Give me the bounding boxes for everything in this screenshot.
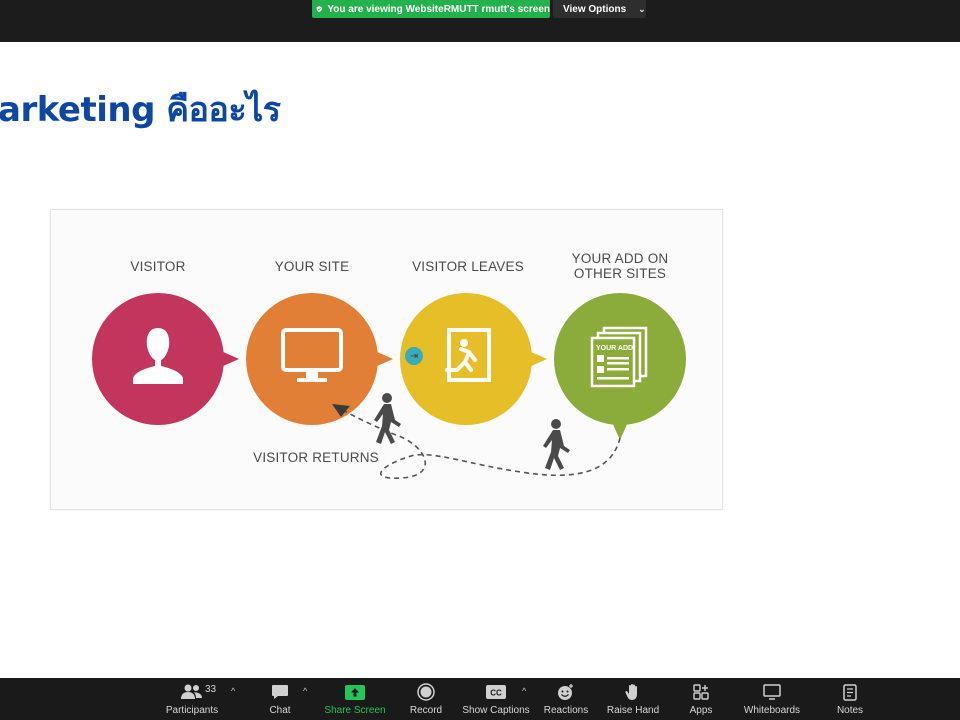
visitor-label: VISITOR: [130, 259, 186, 274]
chevron-down-icon: ⌄: [638, 3, 646, 14]
your-add-inner-text: YOUR ADD: [596, 345, 633, 352]
captions-icon: CC: [486, 685, 506, 699]
share-screen-button[interactable]: Share Screen: [324, 678, 386, 720]
record-button[interactable]: Record: [406, 678, 446, 720]
view-options-label: View Options: [563, 3, 627, 15]
reactions-icon: [558, 684, 573, 700]
your-add-label-line2: OTHER SITES: [573, 266, 667, 281]
walking-person-icon: [374, 393, 401, 444]
your-site-label: YOUR SITE: [274, 259, 350, 274]
raise-hand-label: Raise Hand: [606, 705, 660, 716]
walking-person-icon: [543, 419, 570, 470]
chat-caret-icon[interactable]: ^: [303, 686, 307, 696]
chat-label: Chat: [269, 705, 291, 716]
remote-cursor-icon: ⇥: [405, 347, 423, 365]
ad-pages-icon: YOUR ADD: [590, 326, 648, 388]
apps-icon: [693, 684, 709, 700]
meeting-top-bar: You are viewing WebsiteRMUTT rmutt's scr…: [0, 0, 960, 42]
viewing-screen-banner: You are viewing WebsiteRMUTT rmutt's scr…: [312, 0, 550, 18]
record-icon: [417, 683, 435, 701]
notes-icon: [843, 683, 857, 701]
remarketing-diagram: YOUR ADD VISITOR YOUR SITE VISITOR LEAVE…: [50, 209, 723, 510]
your-add-circle: YOUR ADD: [554, 293, 686, 440]
participants-icon: [181, 684, 202, 699]
viewing-screen-text: You are viewing WebsiteRMUTT rmutt's scr…: [327, 3, 550, 15]
raise-hand-button[interactable]: Raise Hand: [606, 678, 660, 720]
whiteboard-icon: [763, 684, 781, 700]
share-screen-label: Share Screen: [324, 705, 386, 716]
raise-hand-icon: [625, 684, 637, 700]
reactions-label: Reactions: [543, 705, 589, 716]
meeting-toolbar: Participants 33 ^ Chat ^ Share Screen Re…: [0, 678, 960, 720]
shield-icon: [316, 6, 322, 12]
notes-button[interactable]: Notes: [834, 678, 866, 720]
share-screen-icon: [345, 684, 365, 700]
notes-label: Notes: [836, 705, 864, 716]
visitor-circle: [92, 293, 239, 425]
participants-caret-icon[interactable]: ^: [231, 686, 235, 696]
view-options-button[interactable]: View Options ⌄: [553, 0, 646, 18]
shared-screen-content: arketing คืออะไร YOUR ADD VISITOR YOUR S…: [0, 42, 960, 678]
show-captions-label: Show Captions: [462, 705, 530, 716]
chat-icon: [272, 685, 288, 699]
whiteboards-button[interactable]: Whiteboards: [743, 678, 801, 720]
participants-count: 33: [205, 684, 217, 695]
captions-caret-icon[interactable]: ^: [522, 686, 526, 696]
chat-button[interactable]: Chat: [262, 678, 298, 720]
apps-label: Apps: [689, 705, 713, 716]
reactions-button[interactable]: Reactions: [544, 678, 588, 720]
captions-icon-text: CC: [490, 689, 502, 698]
your-add-label-line1: YOUR ADD ON: [571, 251, 669, 266]
show-captions-button[interactable]: CC Show Captions: [462, 678, 530, 720]
your-site-circle: [246, 293, 393, 425]
slide-title: arketing คืออะไร: [0, 90, 281, 130]
whiteboards-label: Whiteboards: [743, 705, 801, 716]
apps-button[interactable]: Apps: [684, 678, 718, 720]
visitor-leaves-label: VISITOR LEAVES: [412, 259, 524, 274]
record-label: Record: [409, 705, 443, 716]
visitor-returns-label: VISITOR RETURNS: [253, 450, 379, 465]
participants-label: Participants: [165, 705, 219, 716]
